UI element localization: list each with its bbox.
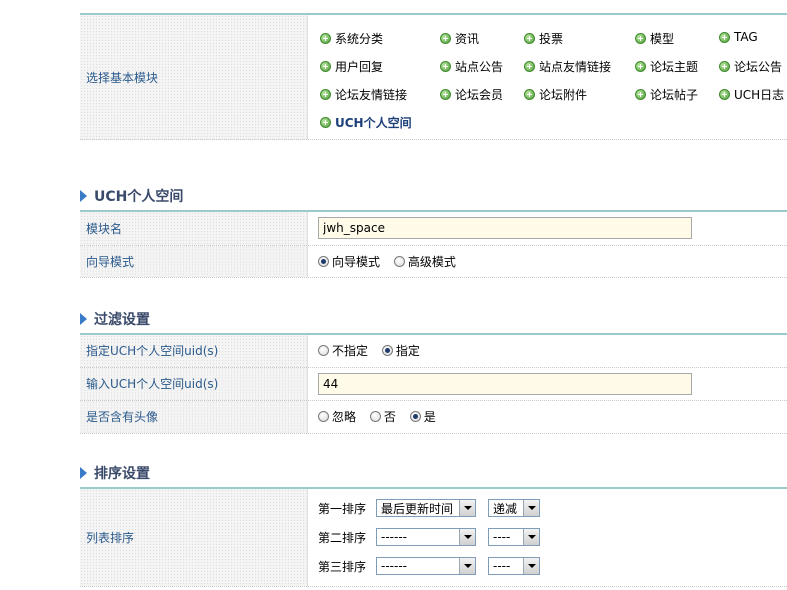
add-circle-icon <box>440 33 451 44</box>
add-circle-icon <box>524 89 535 100</box>
module-forum-topic[interactable]: 论坛主题 <box>635 58 698 75</box>
sort-order-select-1[interactable]: 递减 <box>488 499 540 518</box>
uid-mode-label: 指定UCH个人空间uid(s) <box>80 334 308 368</box>
add-circle-icon <box>524 33 535 44</box>
radio-selected-icon <box>318 255 329 267</box>
wizard-mode-label: 向导模式 <box>80 245 308 278</box>
chevron-down-icon <box>459 529 475 546</box>
chevron-down-icon <box>459 558 475 575</box>
list-sort-label: 列表排序 <box>80 488 308 587</box>
add-circle-icon <box>440 61 451 72</box>
add-circle-icon <box>719 61 730 72</box>
module-grid: 系统分类 资讯 投票 模型 TAG 用户回复 站点公告 站点友情链接 论坛主题 … <box>308 16 786 138</box>
add-circle-icon <box>320 61 331 72</box>
input-uid-label: 输入UCH个人空间uid(s) <box>80 367 308 401</box>
module-name-input[interactable] <box>318 217 692 240</box>
avatar-yes-radio[interactable]: 是 <box>409 410 436 424</box>
radio-icon <box>318 411 329 422</box>
module-tag[interactable]: TAG <box>719 30 758 44</box>
module-forum-post[interactable]: 论坛帖子 <box>635 86 698 103</box>
sort-field-select-3[interactable]: ------ <box>376 557 476 576</box>
filter-section-header: 过滤设置 <box>80 309 150 329</box>
sort-order-select-3[interactable]: ---- <box>488 557 540 576</box>
add-circle-icon <box>320 117 331 128</box>
module-forum-announcement[interactable]: 论坛公告 <box>719 58 782 75</box>
radio-icon <box>393 255 405 267</box>
module-user-reply[interactable]: 用户回复 <box>320 58 383 75</box>
radio-selected-icon <box>381 345 393 357</box>
radio-icon <box>369 411 381 422</box>
module-news[interactable]: 资讯 <box>440 30 479 47</box>
add-circle-icon <box>320 89 331 100</box>
sort-section-header: 排序设置 <box>80 463 150 483</box>
avatar-ignore-radio[interactable]: 忽略 <box>318 410 356 424</box>
add-circle-icon <box>635 33 646 44</box>
chevron-down-icon <box>523 558 539 575</box>
add-circle-icon <box>719 89 730 100</box>
module-model[interactable]: 模型 <box>635 30 674 47</box>
has-avatar-label: 是否含有头像 <box>80 400 308 434</box>
module-vote[interactable]: 投票 <box>524 30 563 47</box>
sort-field-select-1[interactable]: 最后更新时间 <box>376 499 476 518</box>
module-forum-member[interactable]: 论坛会员 <box>440 86 503 103</box>
chevron-down-icon <box>523 529 539 546</box>
module-site-announcement[interactable]: 站点公告 <box>440 58 503 75</box>
sort-row-2: 第二排序 ------ ---- <box>318 523 786 552</box>
sort-panel: 列表排序 第一排序 最后更新时间 递减 第二排序 ------ ---- 第三排… <box>80 487 787 587</box>
avatar-no-radio[interactable]: 否 <box>369 410 396 424</box>
add-circle-icon <box>440 89 451 100</box>
radio-selected-icon <box>409 411 421 422</box>
sort-order-select-2[interactable]: ---- <box>488 528 540 547</box>
module-name-label: 模块名 <box>80 211 308 246</box>
wizard-mode-radio[interactable]: 向导模式 <box>318 255 380 269</box>
module-uch-space[interactable]: UCH个人空间 <box>320 114 412 131</box>
basic-module-panel: 选择基本模块 系统分类 资讯 投票 模型 TAG 用户回复 站点公告 站点友情链… <box>80 13 787 140</box>
triangle-right-icon <box>80 313 87 325</box>
add-circle-icon <box>719 31 730 43</box>
uch-space-section-header: UCH个人空间 <box>80 186 183 206</box>
sort-row-3: 第三排序 ------ ---- <box>318 552 786 581</box>
add-circle-icon <box>635 61 646 72</box>
basic-module-label: 选择基本模块 <box>80 14 308 140</box>
uid-specified-radio[interactable]: 指定 <box>381 344 420 358</box>
uch-space-panel: 模块名 向导模式 向导模式 高级模式 <box>80 210 787 278</box>
module-site-links[interactable]: 站点友情链接 <box>524 58 611 75</box>
triangle-right-icon <box>80 467 87 479</box>
uid-unspecified-radio[interactable]: 不指定 <box>318 344 368 358</box>
add-circle-icon <box>320 33 331 44</box>
filter-panel: 指定UCH个人空间uid(s) 不指定 指定 输入UCH个人空间uid(s) 是… <box>80 333 787 434</box>
add-circle-icon <box>635 89 646 100</box>
radio-icon <box>318 345 329 357</box>
add-circle-icon <box>524 61 535 72</box>
chevron-down-icon <box>459 500 475 517</box>
chevron-down-icon <box>523 500 539 517</box>
module-forum-links[interactable]: 论坛友情链接 <box>320 86 407 103</box>
triangle-right-icon <box>80 190 87 202</box>
module-system-category[interactable]: 系统分类 <box>320 30 383 47</box>
sort-row-1: 第一排序 最后更新时间 递减 <box>318 494 786 523</box>
module-forum-attachment[interactable]: 论坛附件 <box>524 86 587 103</box>
advanced-mode-radio[interactable]: 高级模式 <box>393 255 456 269</box>
sort-field-select-2[interactable]: ------ <box>376 528 476 547</box>
uid-input[interactable] <box>318 372 692 395</box>
module-uch-blog[interactable]: UCH日志 <box>719 86 784 103</box>
